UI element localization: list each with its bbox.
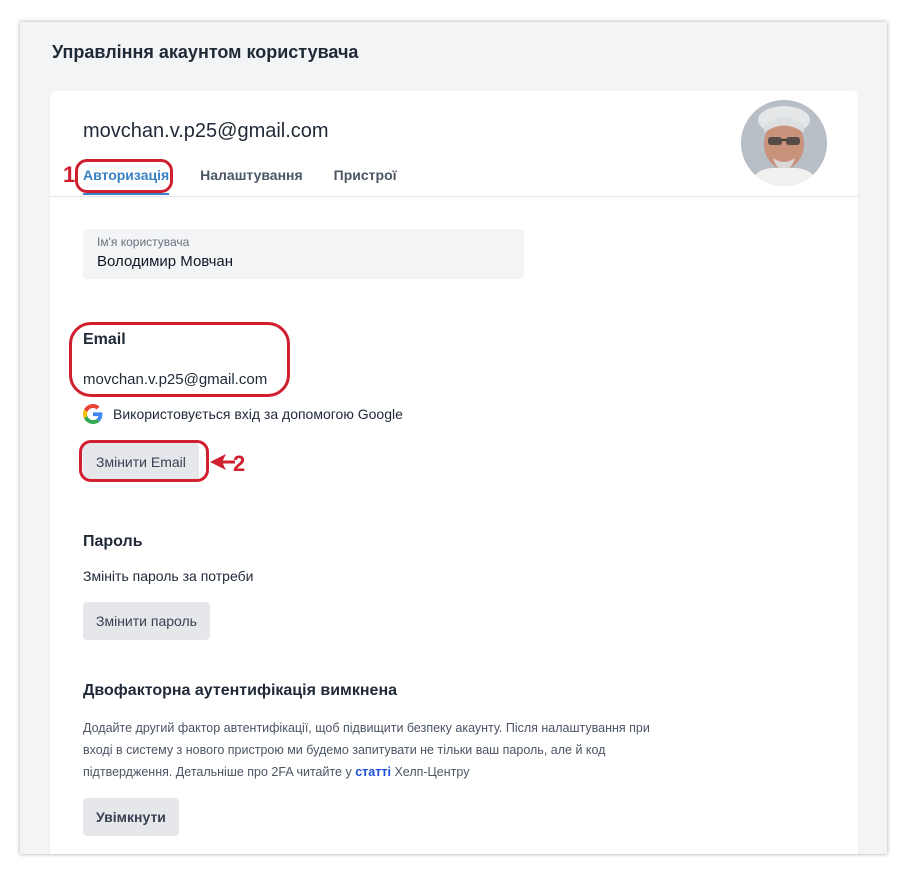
tabs: Авторизація Налаштування Пристрої <box>83 167 428 195</box>
tab-settings[interactable]: Налаштування <box>200 167 303 195</box>
twofa-desc-end: Хелп-Центру <box>394 765 470 779</box>
article-link[interactable]: статті <box>355 765 391 779</box>
email-value: movchan.v.p25@gmail.com <box>83 371 268 388</box>
username-value: Володимир Мовчан <box>97 253 234 270</box>
twofa-section-title: Двофакторна аутентифікація вимкнена <box>83 682 397 699</box>
change-password-button[interactable]: Змінити пароль <box>83 602 210 640</box>
account-email: movchan.v.p25@gmail.com <box>83 120 329 142</box>
page-title: Управління акаунтом користувача <box>52 42 359 62</box>
avatar[interactable] <box>741 100 827 186</box>
password-note: Змініть пароль за потреби <box>83 568 254 584</box>
google-note-text: Використовується вхід за допомогою Googl… <box>113 406 403 422</box>
username-label: Ім'я користувача <box>97 235 190 249</box>
password-section-title: Пароль <box>83 533 143 550</box>
annotation-arrow-icon <box>210 454 235 470</box>
account-card: movchan.v.p25@gmail.com Авторизація Нала… <box>50 91 858 854</box>
app-frame: Управління акаунтом користувача movchan.… <box>20 22 887 854</box>
tab-authorization[interactable]: Авторизація <box>83 167 170 195</box>
card-header: movchan.v.p25@gmail.com Авторизація Нала… <box>50 91 858 197</box>
enable-2fa-button[interactable]: Увімкнути <box>83 798 179 836</box>
google-g-icon <box>83 404 103 424</box>
annotation-number-1: 1 <box>63 162 76 187</box>
change-email-button[interactable]: Змінити Email <box>83 443 199 481</box>
username-field[interactable]: Ім'я користувача Володимир Мовчан <box>83 229 524 279</box>
user-photo-icon <box>741 100 827 186</box>
email-section-title: Email <box>83 331 126 348</box>
google-login-note: Використовується вхід за допомогою Googl… <box>83 404 403 424</box>
annotation-number-2: 2 <box>233 451 246 476</box>
twofa-description: Додайте другий фактор автентифікації, що… <box>83 717 673 783</box>
tab-devices[interactable]: Пристрої <box>334 167 397 195</box>
